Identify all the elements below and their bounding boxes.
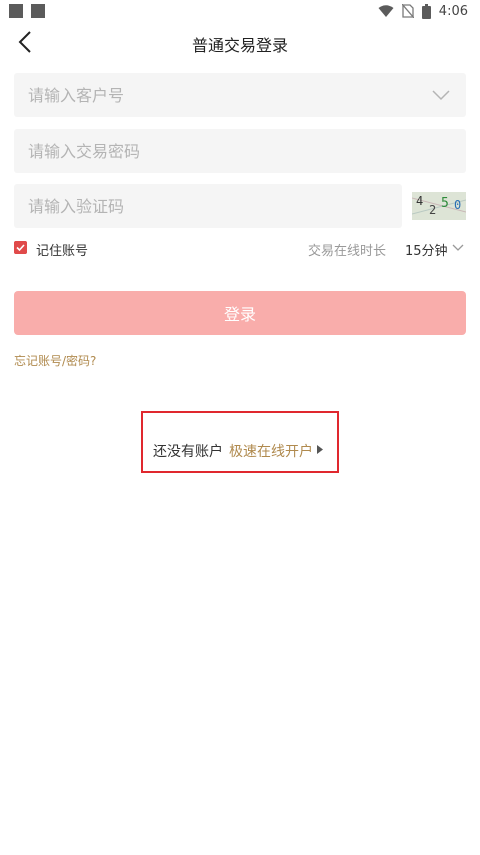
captcha-char: 4 — [416, 194, 423, 208]
open-account-link[interactable]: 极速在线开户 — [229, 441, 313, 461]
notification-icon — [31, 4, 45, 18]
header: 普通交易登录 — [0, 22, 480, 62]
status-time: 4:06 — [438, 3, 468, 19]
wifi-icon — [378, 4, 394, 17]
captcha-input[interactable] — [14, 184, 402, 228]
remember-checkbox[interactable] — [14, 241, 27, 254]
forgot-password-link[interactable]: 忘记账号/密码? — [14, 352, 96, 369]
notification-icon — [9, 4, 23, 18]
captcha-field[interactable] — [14, 184, 402, 228]
captcha-char: 2 — [429, 203, 436, 217]
status-bar: 4:06 — [0, 0, 480, 22]
page-title: 普通交易登录 — [191, 36, 288, 55]
chevron-down-icon[interactable] — [432, 87, 450, 103]
duration-label: 交易在线时长 — [308, 244, 387, 259]
captcha-char: 5 — [441, 196, 449, 211]
captcha-char: 0 — [454, 198, 461, 212]
customer-number-input[interactable] — [14, 73, 466, 117]
battery-icon — [421, 3, 431, 19]
captcha-image[interactable]: 4 2 5 0 — [412, 192, 466, 220]
password-input[interactable] — [14, 129, 466, 173]
customer-number-field[interactable] — [14, 73, 466, 117]
no-sim-icon — [401, 4, 414, 18]
remember-label[interactable]: 记住账号 — [36, 240, 88, 259]
chevron-down-icon[interactable] — [452, 243, 464, 253]
duration-select[interactable]: 15分钟 — [405, 240, 448, 259]
login-button[interactable]: 登录 — [14, 291, 466, 335]
open-account-prompt: 还没有账户 — [153, 444, 223, 460]
remember-row: 记住账号 交易在线时长 15分钟 — [14, 239, 466, 259]
password-field[interactable] — [14, 129, 466, 173]
caret-right-icon[interactable] — [317, 445, 323, 454]
status-icons: 4:06 — [378, 0, 468, 22]
open-account-highlight: 还没有账户 极速在线开户 — [141, 411, 339, 473]
